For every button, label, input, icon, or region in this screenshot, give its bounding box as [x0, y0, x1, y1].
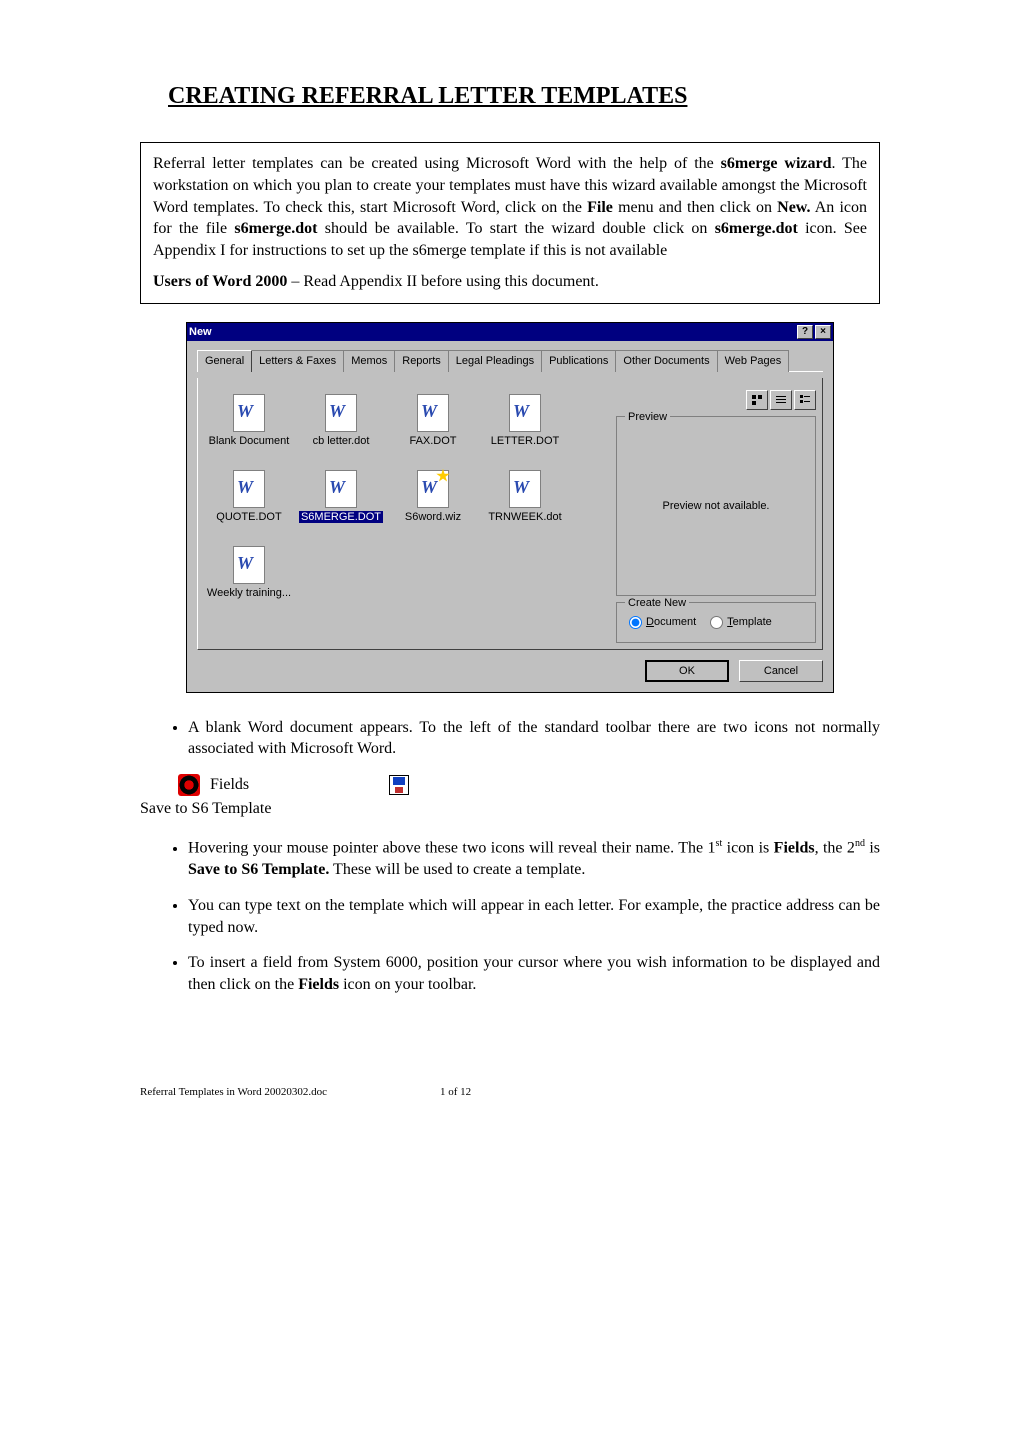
text: icon on your toolbar.	[339, 976, 476, 993]
text: , the 2	[815, 840, 855, 857]
template-fax[interactable]: FAX.DOT	[388, 390, 478, 464]
intro-box: Referral letter templates can be created…	[140, 142, 880, 304]
template-weekly-training[interactable]: Weekly training...	[204, 542, 294, 616]
tab-web-pages[interactable]: Web Pages	[717, 350, 790, 372]
bold-s6merge-dot2: s6merge.dot	[715, 220, 798, 237]
page-footer: Referral Templates in Word 20020302.doc …	[140, 1085, 880, 1100]
radio-template[interactable]: Template	[710, 615, 772, 630]
template-letter[interactable]: LETTER.DOT	[480, 390, 570, 464]
bold-file: File	[587, 199, 613, 216]
file-label: FAX.DOT	[409, 435, 456, 447]
template-cb-letter[interactable]: cb letter.dot	[296, 390, 386, 464]
create-new-fieldset: Create New Document Template	[616, 602, 816, 643]
radio-template-label: emplate	[733, 616, 772, 628]
file-label: Weekly training...	[207, 587, 291, 599]
fields-icon-label: Fields	[210, 774, 249, 796]
word-doc-icon	[325, 394, 357, 432]
word-doc-icon	[325, 470, 357, 508]
word-doc-icon	[509, 394, 541, 432]
radio-document-input[interactable]	[629, 616, 642, 629]
tab-letters-faxes[interactable]: Letters & Faxes	[251, 350, 344, 372]
bold-fields: Fields	[774, 840, 815, 857]
save-icon-label: Save to S6 Template	[140, 798, 880, 820]
file-label: TRNWEEK.dot	[488, 511, 561, 523]
file-label: S6word.wiz	[405, 511, 461, 523]
new-dialog: New ? × General Letters & Faxes Memos Re…	[186, 322, 834, 693]
ok-button[interactable]: OK	[645, 660, 729, 682]
word-doc-icon	[233, 470, 265, 508]
page-title: CREATING REFERRAL LETTER TEMPLATES	[140, 80, 880, 112]
template-blank-document[interactable]: Blank Document	[204, 390, 294, 464]
bold-s6merge-wizard: s6merge wizard	[721, 155, 832, 172]
tab-legal-pleadings[interactable]: Legal Pleadings	[448, 350, 542, 372]
intro-paragraph-2: Users of Word 2000 – Read Appendix II be…	[153, 271, 867, 293]
text: Hovering your mouse pointer above these …	[188, 840, 716, 857]
text: To insert a field from System 6000, posi…	[188, 954, 880, 993]
bold-s6merge-dot: s6merge.dot	[234, 220, 317, 237]
template-trnweek[interactable]: TRNWEEK.dot	[480, 466, 570, 540]
bullet-4: To insert a field from System 6000, posi…	[188, 952, 880, 995]
bullet-1: A blank Word document appears. To the le…	[188, 717, 880, 760]
file-label: QUOTE.DOT	[216, 511, 281, 523]
text: – Read Appendix II before using this doc…	[287, 273, 599, 290]
tab-strip: General Letters & Faxes Memos Reports Le…	[197, 349, 823, 372]
bold-save-s6: Save to S6 Template.	[188, 861, 329, 878]
preview-legend: Preview	[625, 410, 670, 425]
fields-toolbar-icon	[178, 774, 200, 796]
text: is	[865, 840, 880, 857]
intro-paragraph-1: Referral letter templates can be created…	[153, 153, 867, 261]
footer-filename: Referral Templates in Word 20020302.doc	[140, 1085, 440, 1100]
file-label: S6MERGE.DOT	[299, 511, 383, 523]
help-button[interactable]: ?	[797, 325, 813, 339]
template-grid: Blank Document cb letter.dot FAX.DOT LET…	[204, 390, 602, 643]
superscript-nd: nd	[855, 838, 865, 849]
text: Referral letter templates can be created…	[153, 155, 721, 172]
radio-template-input[interactable]	[710, 616, 723, 629]
word-doc-icon	[233, 394, 265, 432]
tab-reports[interactable]: Reports	[394, 350, 449, 372]
bullet-2: Hovering your mouse pointer above these …	[188, 837, 880, 881]
file-label: cb letter.dot	[313, 435, 370, 447]
template-quote[interactable]: QUOTE.DOT	[204, 466, 294, 540]
radio-document[interactable]: Document	[629, 615, 696, 630]
titlebar: New ? ×	[187, 323, 833, 341]
bullet-3: You can type text on the template which …	[188, 895, 880, 938]
dialog-title: New	[189, 325, 212, 340]
tab-general[interactable]: General	[197, 350, 252, 372]
word-doc-icon	[417, 394, 449, 432]
footer-page-number: 1 of 12	[440, 1085, 471, 1100]
wizard-icon	[417, 470, 449, 508]
view-details-button[interactable]	[794, 390, 816, 410]
close-button[interactable]: ×	[815, 325, 831, 339]
file-label: LETTER.DOT	[491, 435, 559, 447]
word-doc-icon	[233, 546, 265, 584]
bold-users-word2000: Users of Word 2000	[153, 273, 287, 290]
bold-fields2: Fields	[298, 976, 339, 993]
tab-memos[interactable]: Memos	[343, 350, 395, 372]
preview-area: Preview not available.	[625, 427, 807, 587]
text: menu and then click on	[613, 199, 777, 216]
radio-document-label: ocument	[654, 616, 696, 628]
save-s6-template-icon	[389, 775, 409, 795]
tab-publications[interactable]: Publications	[541, 350, 616, 372]
text: These will be used to create a template.	[329, 861, 585, 878]
template-s6merge[interactable]: S6MERGE.DOT	[296, 466, 386, 540]
template-s6word-wiz[interactable]: S6word.wiz	[388, 466, 478, 540]
word-doc-icon	[509, 470, 541, 508]
view-large-icons-button[interactable]	[746, 390, 768, 410]
bold-new: New.	[777, 199, 810, 216]
file-label: Blank Document	[209, 435, 290, 447]
create-new-legend: Create New	[625, 596, 689, 611]
tab-other-documents[interactable]: Other Documents	[615, 350, 717, 372]
text: should be available. To start the wizard…	[317, 220, 714, 237]
text: icon is	[722, 840, 773, 857]
preview-fieldset: Preview Preview not available.	[616, 416, 816, 596]
view-list-button[interactable]	[770, 390, 792, 410]
cancel-button[interactable]: Cancel	[739, 660, 823, 682]
